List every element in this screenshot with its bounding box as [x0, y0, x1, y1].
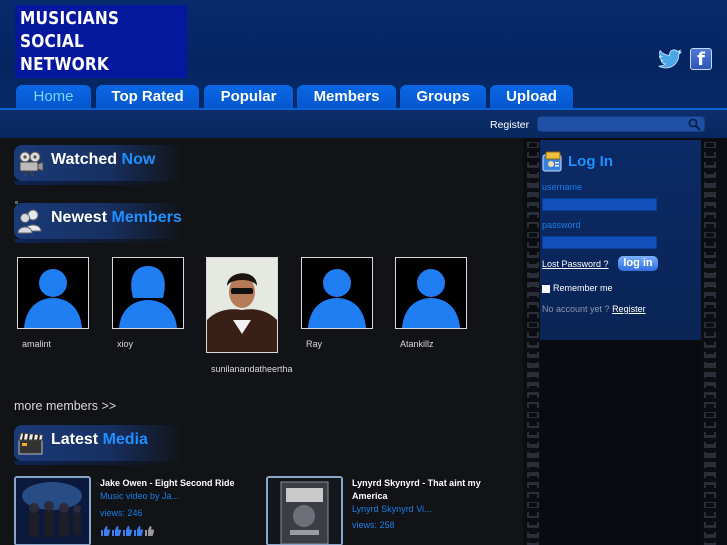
- latest-media-header: Latest Media: [14, 425, 184, 465]
- member-card[interactable]: Atankillz: [395, 257, 467, 349]
- projector-icon: [19, 151, 44, 177]
- default-female-avatar-icon: [119, 266, 177, 328]
- avatar[interactable]: [206, 257, 278, 353]
- password-label: password: [542, 220, 581, 230]
- media-views: views: 246: [100, 508, 143, 518]
- member-card[interactable]: xioy: [112, 257, 184, 349]
- thumbs-up-icon: [123, 526, 132, 536]
- media-views: views: 258: [352, 520, 395, 530]
- member-name[interactable]: amalint: [22, 339, 51, 349]
- main-content: Watched Now Newest Members amalint xioy …: [0, 138, 523, 545]
- avatar[interactable]: [395, 257, 467, 329]
- watched-now-title-text: Watched: [51, 151, 118, 168]
- film-perforations: [527, 138, 539, 545]
- media-thumbnail[interactable]: [14, 476, 91, 545]
- newest-members-title: Newest Members: [51, 209, 182, 227]
- default-male-avatar-icon: [24, 269, 82, 328]
- video-thumbnail-image: [16, 478, 89, 544]
- member-name[interactable]: Atankillz: [400, 339, 434, 349]
- default-male-avatar-icon: [308, 269, 366, 328]
- sidebar-filmstrip: Log In username password Lost Password ?…: [523, 138, 727, 545]
- newest-members-header: Newest Members: [14, 203, 184, 243]
- watched-now-title-highlight: Now: [121, 151, 156, 168]
- remember-me-label: Remember me: [553, 283, 613, 293]
- header-register-link[interactable]: Register: [490, 119, 529, 131]
- member-card[interactable]: sunilanandatheertha: [206, 257, 293, 374]
- no-account-label: No account yet ?: [542, 304, 610, 314]
- no-account-text: No account yet ? Register: [542, 304, 646, 314]
- sidebar-lower-panel: [540, 341, 701, 545]
- login-button[interactable]: log in: [618, 256, 658, 271]
- clapperboard-icon: [18, 432, 44, 455]
- tab-popular[interactable]: Popular: [204, 85, 293, 109]
- avatar[interactable]: [112, 257, 184, 329]
- login-title: Log In: [568, 153, 613, 170]
- search-icon[interactable]: [688, 118, 701, 131]
- username-label: username: [542, 182, 583, 192]
- search-input[interactable]: [537, 116, 705, 132]
- member-card[interactable]: Ray: [301, 257, 373, 349]
- watched-now-header: Watched Now: [14, 145, 184, 185]
- thumbs-up-icon-empty: [145, 526, 154, 536]
- member-name[interactable]: Ray: [306, 339, 322, 349]
- thumbs-up-icon: [134, 526, 143, 536]
- member-photo: [207, 258, 277, 352]
- media-title[interactable]: Lynyrd Skynyrd - That aint my America: [352, 477, 492, 502]
- default-male-avatar-icon: [402, 269, 460, 328]
- users-icon: [17, 209, 42, 234]
- media-title[interactable]: Jake Owen - Eight Second Ride: [100, 477, 240, 490]
- tab-top-rated[interactable]: Top Rated: [96, 85, 199, 109]
- logo-line-3: NETWORK: [20, 55, 110, 75]
- site-logo[interactable]: MUSICIANS SOCIAL NETWORK: [15, 5, 187, 78]
- video-thumbnail-image: [268, 478, 341, 544]
- latest-media-title-text: Latest: [51, 431, 99, 448]
- tab-upload[interactable]: Upload: [490, 85, 573, 109]
- watched-now-title: Watched Now: [51, 151, 155, 169]
- tab-members[interactable]: Members: [297, 85, 396, 109]
- password-input[interactable]: [542, 236, 657, 249]
- avatar[interactable]: [301, 257, 373, 329]
- search-bar: Register: [0, 108, 727, 138]
- avatar[interactable]: [17, 257, 89, 329]
- logo-line-2: SOCIAL: [20, 32, 85, 52]
- newest-members-title-text: Newest: [51, 209, 108, 226]
- thumbs-up-icon: [101, 526, 110, 536]
- media-thumbnail[interactable]: [266, 476, 343, 545]
- username-input[interactable]: [542, 198, 657, 211]
- facebook-icon[interactable]: f: [690, 48, 712, 70]
- media-description: Music video by Ja...: [100, 491, 180, 501]
- media-description: Lynyrd Skynyrd Vi...: [352, 504, 432, 514]
- twitter-icon[interactable]: [658, 49, 682, 71]
- more-members-link[interactable]: more members >>: [14, 399, 116, 413]
- member-name[interactable]: xioy: [117, 339, 133, 349]
- thumbs-up-icon: [112, 526, 121, 536]
- film-perforations: [704, 138, 716, 545]
- lost-password-link[interactable]: Lost Password ?: [542, 259, 609, 269]
- login-panel: Log In username password Lost Password ?…: [540, 140, 701, 340]
- site-header: MUSICIANS SOCIAL NETWORK f Home Top Rate…: [0, 0, 727, 109]
- tab-home[interactable]: Home: [16, 85, 91, 109]
- newest-members-title-highlight: Members: [111, 209, 182, 226]
- latest-media-title: Latest Media: [51, 431, 148, 449]
- sidebar-register-link[interactable]: Register: [612, 304, 646, 314]
- member-card[interactable]: amalint: [17, 257, 89, 349]
- login-badge-icon: [542, 151, 562, 172]
- media-rating: [100, 526, 154, 536]
- member-name[interactable]: sunilanandatheertha: [211, 364, 293, 374]
- logo-line-1: MUSICIANS: [20, 9, 120, 29]
- tab-groups[interactable]: Groups: [400, 85, 486, 109]
- remember-me-checkbox[interactable]: [542, 285, 550, 293]
- latest-media-title-highlight: Media: [102, 431, 148, 448]
